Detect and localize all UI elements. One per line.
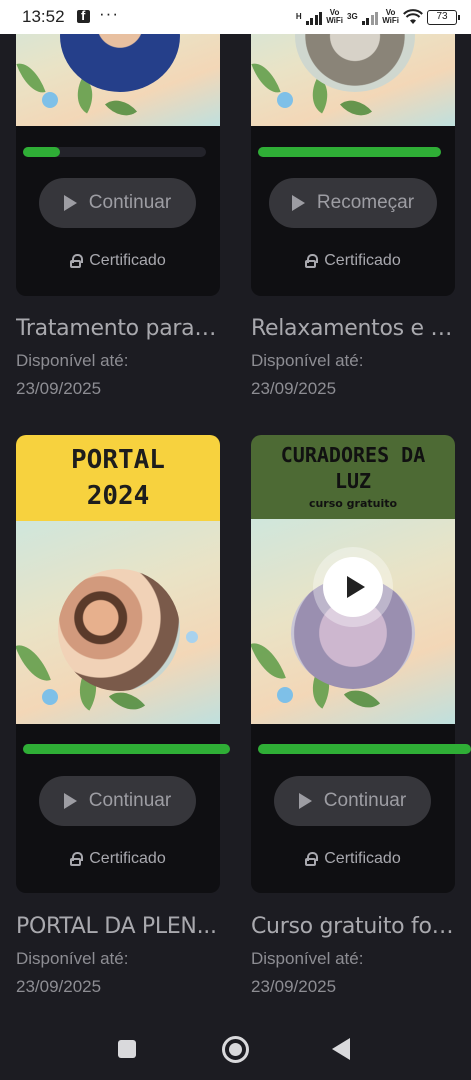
button-label: Recomeçar [316, 192, 415, 213]
availability: Disponível até: 23/09/2025 [251, 945, 455, 1001]
network-3g-label: 3G [347, 12, 358, 21]
play-icon [346, 576, 365, 598]
available-date: 23/09/2025 [16, 379, 102, 398]
progress-bar [258, 744, 471, 754]
course-thumbnail[interactable]: PORTAL 2024 [16, 435, 220, 724]
status-indicators: H Vo WiFi 3G Vo WiFi 73 [295, 6, 460, 28]
progress-fill [258, 147, 441, 157]
available-label: Disponível até: [251, 351, 364, 370]
course-card[interactable]: CURADORES DA LUZ curso gratuito Continua… [251, 435, 471, 893]
signal-icon-2 [361, 9, 379, 25]
wifi-icon [403, 9, 423, 24]
course-photo [58, 569, 180, 691]
lock-icon [305, 254, 319, 268]
certificate-link[interactable]: Certificado [16, 252, 220, 270]
banner-line-1: PORTAL [71, 445, 165, 475]
button-label: Continuar [88, 790, 172, 811]
course-thumbnail[interactable]: CURADORES DA LUZ curso gratuito [251, 435, 455, 724]
continue-button[interactable]: Continuar [39, 178, 196, 228]
vowifi-label-2: Vo WiFi [382, 8, 399, 25]
certificate-label: Certificado [324, 252, 401, 269]
progress-bar [23, 744, 230, 754]
signal-icon [305, 9, 323, 25]
certificate-label: Certificado [324, 850, 401, 867]
vowifi-label: Vo WiFi [326, 8, 344, 25]
restart-button[interactable]: Recomeçar [269, 178, 437, 228]
button-label: Continuar [323, 790, 407, 811]
status-bar: 13:52 ··· H VoWiFi 3G VoWiFi 73 [0, 0, 471, 34]
play-icon [291, 195, 305, 211]
course-title[interactable]: PORTAL DA PLEN... [16, 914, 220, 939]
button-label: Continuar [88, 192, 172, 213]
network-h-label: H [295, 12, 302, 21]
banner-line-1: CURADORES DA [280, 443, 426, 467]
availability: Disponível até: 23/09/2025 [16, 347, 220, 403]
certificate-link[interactable]: Certificado [16, 850, 220, 868]
course-card[interactable]: Recomeçar Certificado [251, 0, 455, 296]
progress-bar [23, 147, 206, 157]
available-label: Disponível até: [251, 949, 364, 968]
system-nav-bar [0, 1020, 471, 1080]
battery-icon: 73 [427, 9, 460, 25]
progress-fill [23, 147, 60, 157]
more-notifications-icon: ··· [99, 4, 119, 23]
certificate-link[interactable]: Certificado [251, 850, 455, 868]
back-icon[interactable] [332, 1038, 350, 1060]
continue-button[interactable]: Continuar [274, 776, 431, 826]
banner-line-3: curso gratuito [308, 497, 398, 510]
available-label: Disponível até: [16, 949, 129, 968]
banner-line-2: 2024 [86, 481, 150, 511]
course-card[interactable]: PORTAL 2024 Continuar Certificado [16, 435, 230, 893]
play-icon [63, 793, 77, 809]
banner-line-2: LUZ [334, 469, 372, 493]
available-date: 23/09/2025 [251, 977, 337, 996]
lock-icon [305, 852, 319, 866]
course-card[interactable]: Continuar Certificado [16, 0, 220, 296]
lock-icon [70, 852, 84, 866]
facebook-icon [77, 8, 90, 23]
available-date: 23/09/2025 [251, 379, 337, 398]
play-icon [63, 195, 77, 211]
lock-icon [70, 254, 84, 268]
recent-apps-icon[interactable] [118, 1040, 136, 1058]
progress-bar [258, 147, 441, 157]
course-title[interactable]: Tratamento para ... [16, 316, 220, 341]
certificate-link[interactable]: Certificado [251, 252, 455, 270]
continue-button[interactable]: Continuar [39, 776, 196, 826]
certificate-label: Certificado [89, 252, 166, 269]
available-date: 23/09/2025 [16, 977, 102, 996]
progress-fill [23, 744, 230, 754]
availability: Disponível até: 23/09/2025 [16, 945, 220, 1001]
video-play-button[interactable] [313, 547, 393, 627]
available-label: Disponível até: [16, 351, 129, 370]
course-title[interactable]: Relaxamentos e tr... [251, 316, 455, 341]
play-icon [298, 793, 312, 809]
home-icon[interactable] [222, 1036, 249, 1063]
certificate-label: Certificado [89, 850, 166, 867]
course-banner: PORTAL 2024 [16, 435, 220, 521]
progress-fill [258, 744, 471, 754]
status-time: 13:52 [22, 7, 65, 26]
availability: Disponível até: 23/09/2025 [251, 347, 455, 403]
course-title[interactable]: Curso gratuito for... [251, 914, 455, 939]
course-banner: CURADORES DA LUZ curso gratuito [251, 435, 455, 519]
